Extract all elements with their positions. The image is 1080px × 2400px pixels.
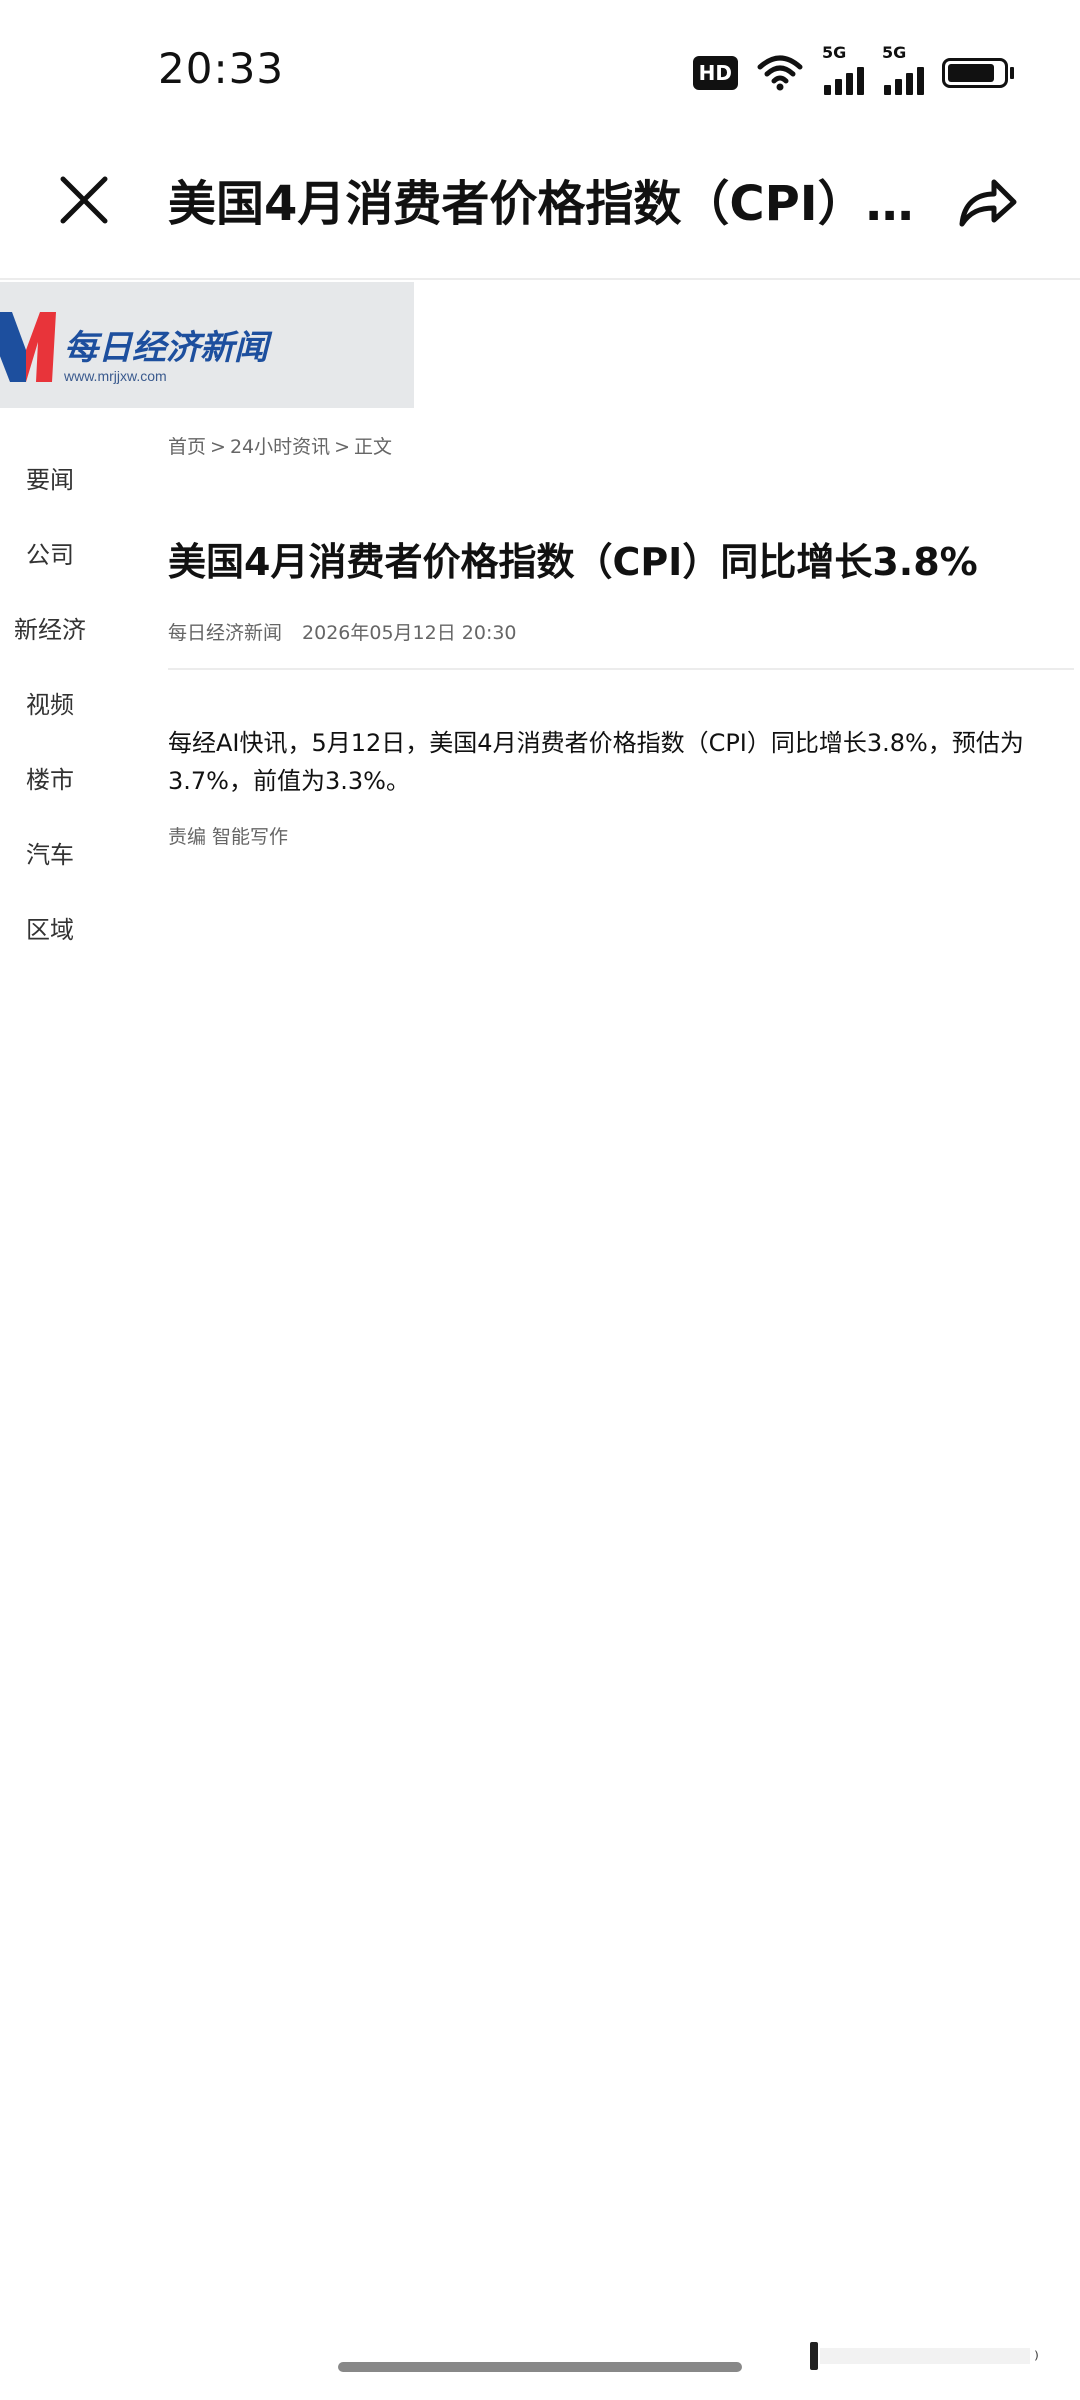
status-icons: HD 5G 5G [692, 43, 1014, 98]
breadcrumb-section[interactable]: 24小时资讯 [230, 436, 330, 458]
breadcrumb: 首页 >24小时资讯 > 正文 [168, 432, 392, 459]
side-nav-item-new-economy[interactable]: 新经济 [0, 590, 100, 665]
top-app-bar: 美国4月消费者价格指数（CPI）同比增长3.8% [0, 140, 1080, 280]
divider [168, 668, 1074, 670]
breadcrumb-separator: > [334, 436, 351, 458]
side-nav: 要闻 公司 新经济 视频 楼市 汽车 区域 [0, 440, 100, 965]
share-button[interactable] [952, 166, 1024, 238]
svg-text:⁾: ⁾ [1034, 2347, 1039, 2371]
side-nav-item-auto[interactable]: 汽车 [0, 815, 100, 890]
signal-5g-icon: 5G [882, 43, 924, 95]
article-body: 每经AI快讯，5月12日，美国4月消费者价格指数（CPI）同比增长3.8%，预估… [168, 729, 1024, 795]
share-icon [959, 179, 1017, 227]
battery-icon [942, 58, 1014, 88]
logo-mark-icon [0, 312, 56, 382]
article-editor: 责编 智能写作 [168, 826, 289, 848]
article-source: 每日经济新闻 [168, 622, 283, 644]
side-nav-item-property[interactable]: 楼市 [0, 740, 100, 815]
article-title: 美国4月消费者价格指数（CPI）同比增长3.8% [168, 540, 978, 584]
close-button[interactable] [54, 170, 114, 230]
article-date: 2026年05月12日 20:30 [302, 622, 517, 644]
breadcrumb-current: 正文 [354, 436, 393, 458]
side-nav-item-region[interactable]: 区域 [0, 890, 100, 965]
corner-handle-icon: ⁾ [810, 2342, 1039, 2371]
hd-voice-icon: HD [692, 56, 738, 90]
signal-label: 5G [882, 43, 907, 62]
battery-fill [948, 64, 994, 82]
status-bar: 20:33 HD 5G 5G [0, 0, 1080, 140]
side-nav-item-news[interactable]: 要闻 [0, 440, 100, 515]
article-meta: 每日经济新闻 2026年05月12日 20:30 [168, 618, 517, 645]
breadcrumb-separator: > [210, 436, 226, 458]
logo-name: 每日经济新闻 [64, 328, 268, 368]
close-icon [60, 176, 108, 224]
signal-5g-icon: 5G [822, 43, 864, 95]
home-indicator[interactable] [338, 2362, 742, 2372]
logo-url: www.mrjjxw.com [64, 368, 167, 384]
side-nav-item-company[interactable]: 公司 [0, 515, 100, 590]
hd-label: HD [698, 61, 732, 85]
site-logo-banner[interactable]: 每日经济新闻 www.mrjjxw.com [0, 282, 414, 408]
breadcrumb-home[interactable]: 首页 [168, 436, 206, 458]
page-title: 美国4月消费者价格指数（CPI）同比增长3.8% [168, 176, 928, 232]
signal-label: 5G [822, 43, 847, 62]
side-nav-item-video[interactable]: 视频 [0, 665, 100, 740]
status-time: 20:33 [158, 44, 285, 93]
wifi-icon [757, 55, 803, 91]
